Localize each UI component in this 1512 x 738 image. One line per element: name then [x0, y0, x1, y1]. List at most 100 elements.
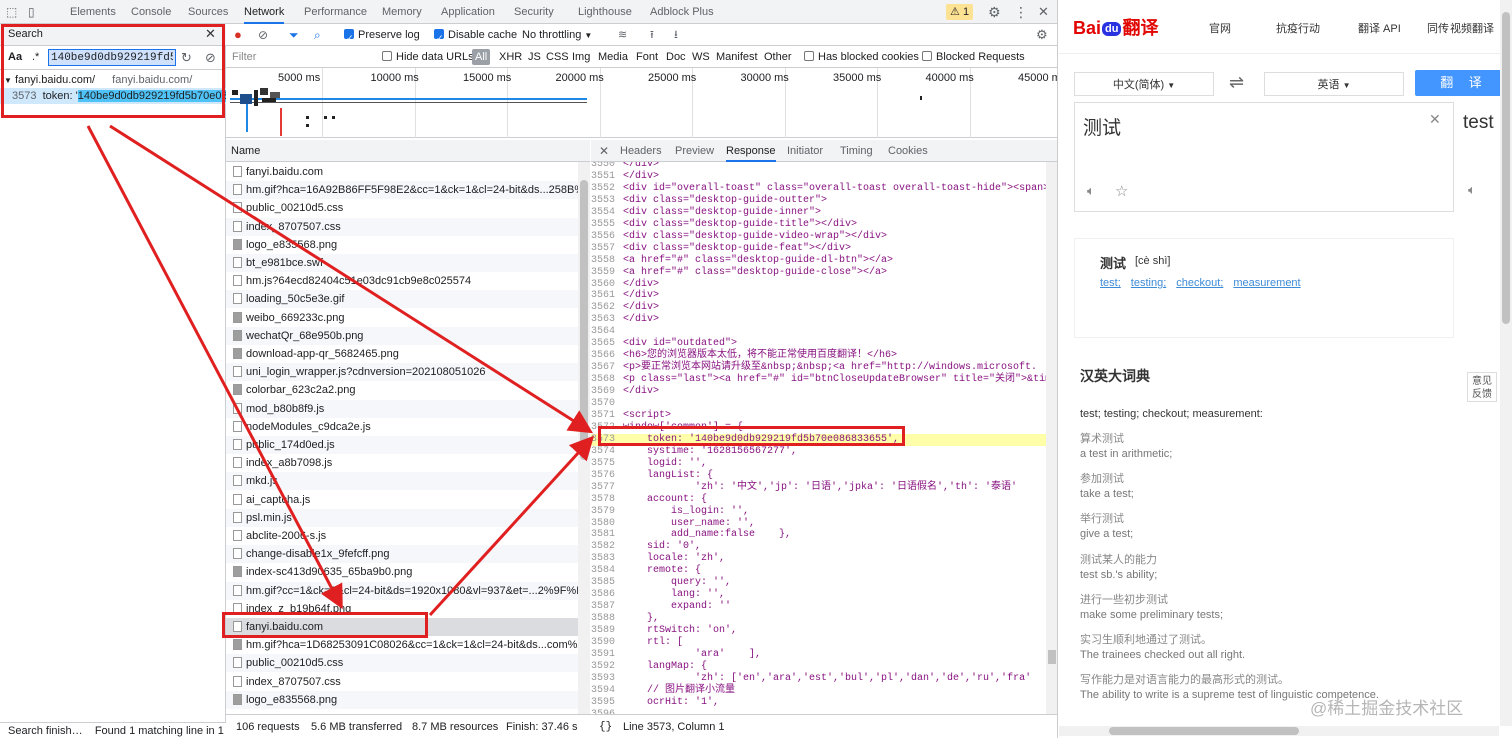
code-line[interactable]: 3561 </div>: [591, 290, 1046, 302]
match-case-toggle[interactable]: Aa: [8, 51, 22, 63]
tab-elements[interactable]: Elements: [70, 0, 116, 24]
type-filter-img[interactable]: Img: [572, 46, 590, 68]
code-line[interactable]: 3579 is_login: '',: [591, 506, 1046, 518]
code-line[interactable]: 3595 ocrHit: '1',: [591, 697, 1046, 709]
device-toolbar-icon[interactable]: ▯: [28, 0, 35, 24]
code-line[interactable]: 3567 <p>要正常浏览本网站请升级至&nbsp;&nbsp;<a href="…: [591, 362, 1046, 374]
tab-cookies[interactable]: Cookies: [888, 140, 928, 162]
code-line[interactable]: 3588 },: [591, 613, 1046, 625]
code-line[interactable]: 3583 locale: 'zh',: [591, 553, 1046, 565]
clear-input-icon[interactable]: ✕: [1429, 111, 1441, 128]
target-language-select[interactable]: 英语 ▼: [1264, 72, 1404, 96]
filter-icon[interactable]: ⏷: [289, 24, 299, 46]
tab-lighthouse[interactable]: Lighthouse: [578, 0, 632, 24]
code-line[interactable]: 3585 query: '',: [591, 577, 1046, 589]
upload-icon[interactable]: ⭱: [650, 24, 654, 46]
source-text-box[interactable]: 测试 ✕ 🔈︎ ☆: [1074, 102, 1454, 212]
translate-button[interactable]: 翻 译: [1415, 70, 1512, 96]
code-line[interactable]: 3575 logid: '',: [591, 458, 1046, 470]
clear-search-icon[interactable]: ⊘: [205, 50, 216, 66]
tab-security[interactable]: Security: [514, 0, 554, 24]
code-line[interactable]: 3586 lang: '',: [591, 589, 1046, 601]
code-line[interactable]: 3574 systime: '1628156567277',: [591, 446, 1046, 458]
close-devtools-icon[interactable]: ✕: [1038, 0, 1049, 24]
nav-video-translate[interactable]: 视频翻译: [1450, 20, 1494, 36]
request-row[interactable]: index_a8b7098.js: [226, 454, 578, 472]
code-line[interactable]: 3582 sid: '0',: [591, 541, 1046, 553]
blocked-requests-checkbox[interactable]: Blocked Requests: [922, 46, 1025, 68]
code-line[interactable]: 3550 </div>: [591, 162, 1046, 171]
tab-sources[interactable]: Sources: [188, 0, 228, 24]
request-row[interactable]: mod_b80b8f9.js: [226, 399, 578, 418]
code-line[interactable]: 3592 langMap: {: [591, 661, 1046, 673]
type-filter-manifest[interactable]: Manifest: [716, 46, 758, 68]
tab-console[interactable]: Console: [131, 0, 171, 24]
swap-languages-icon[interactable]: ⇌: [1229, 72, 1244, 93]
wifi-icon[interactable]: ≋: [618, 24, 627, 46]
request-row[interactable]: psl.min.js: [226, 508, 578, 527]
code-line[interactable]: 3557 <div class="desktop-guide-feat"></di…: [591, 243, 1046, 255]
request-row[interactable]: index_8707507.css: [226, 217, 578, 236]
request-row[interactable]: fanyi.baidu.com: [226, 163, 578, 181]
code-line[interactable]: 3556 <div class="desktop-guide-video-wrap…: [591, 231, 1046, 243]
request-row[interactable]: ai_captcha.js: [226, 491, 578, 509]
meaning-link[interactable]: measurement: [1233, 277, 1300, 289]
search-result-line[interactable]: 3573 token: '140be9d0db929219fd5b70e08: [0, 88, 226, 104]
code-line[interactable]: 3552 <div id="overall-toast" class="overa…: [591, 183, 1046, 195]
code-line[interactable]: 3580 user_name: '',: [591, 518, 1046, 530]
request-row[interactable]: index_z_b19b64f.png: [226, 600, 578, 618]
request-row[interactable]: download-app-qr_5682465.png: [226, 345, 578, 363]
request-row[interactable]: loading_50c5e3e.gif: [226, 290, 578, 309]
hide-data-urls-checkbox[interactable]: Hide data URLs: [382, 46, 474, 68]
request-row[interactable]: hm.gif?hca=1D68253091C08026&cc=1&ck=1&cl…: [226, 636, 578, 654]
feedback-button[interactable]: 意见 反馈: [1467, 372, 1497, 402]
source-text[interactable]: 测试: [1083, 113, 1121, 140]
tab-memory[interactable]: Memory: [382, 0, 422, 24]
nav-simultaneous[interactable]: 同传: [1427, 20, 1449, 36]
type-filter-other[interactable]: Other: [764, 46, 792, 68]
has-blocked-cookies-checkbox[interactable]: Has blocked cookies: [804, 46, 919, 68]
code-line[interactable]: 3554 <div class="desktop-guide-inner">: [591, 207, 1046, 219]
tab-preview[interactable]: Preview: [675, 140, 714, 162]
download-icon[interactable]: ⭳: [674, 24, 678, 46]
type-filter-all[interactable]: All: [472, 49, 491, 65]
source-language-select[interactable]: 中文(简体) ▼: [1074, 72, 1214, 96]
close-search-icon[interactable]: ✕: [205, 26, 216, 42]
nav-anti-epidemic[interactable]: 抗疫行动: [1276, 20, 1320, 36]
target-speaker-icon[interactable]: 🔈︎: [1468, 182, 1476, 198]
request-row[interactable]: hm.gif?cc=1&ck=1&cl=24-bit&ds=1920x1080&…: [226, 581, 578, 600]
request-list-scroll-thumb[interactable]: [580, 180, 588, 460]
code-line[interactable]: 3584 remote: {: [591, 565, 1046, 577]
request-row[interactable]: public_00210d5.css: [226, 199, 578, 217]
request-list-header[interactable]: Name: [226, 140, 590, 162]
request-row[interactable]: fanyi.baidu.com: [226, 618, 578, 636]
request-row[interactable]: logo_e835568.png: [226, 690, 578, 709]
code-line[interactable]: 3576 langList: {: [591, 470, 1046, 482]
meaning-link[interactable]: test;: [1100, 277, 1121, 289]
request-row[interactable]: weibo_669233c.png: [226, 309, 578, 327]
code-line[interactable]: 3569 </div>: [591, 386, 1046, 398]
code-line[interactable]: 3553 <div class="desktop-guide-outter">: [591, 195, 1046, 207]
search-input[interactable]: [48, 49, 176, 66]
favorite-star-icon[interactable]: ☆: [1115, 182, 1128, 200]
tab-network[interactable]: Network: [244, 0, 285, 24]
response-scrollbar[interactable]: [1046, 162, 1057, 714]
code-line[interactable]: 3577 'zh': '中文','jp': '日语','jpka': '日语假名…: [591, 482, 1046, 494]
preserve-log-checkbox[interactable]: Preserve log: [344, 24, 420, 49]
code-line[interactable]: 3566 <h6>您的浏览器版本太低，将不能正常使用百度翻译！</h6>: [591, 350, 1046, 362]
request-row[interactable]: mkd.js: [226, 472, 578, 491]
filter-input[interactable]: Filter: [232, 46, 256, 68]
code-line[interactable]: 3560 </div>: [591, 279, 1046, 291]
type-filter-media[interactable]: Media: [598, 46, 628, 68]
tab-adblock-plus[interactable]: Adblock Plus: [650, 0, 714, 24]
code-line[interactable]: 3555 <div class="desktop-guide-title"></d…: [591, 219, 1046, 231]
nav-official-site[interactable]: 官网: [1209, 20, 1231, 36]
meaning-link[interactable]: testing;: [1131, 277, 1166, 289]
type-filter-xhr[interactable]: XHR: [499, 46, 522, 68]
baidu-horizontal-scroll-thumb[interactable]: [1109, 727, 1299, 735]
response-scroll-thumb[interactable]: [1048, 650, 1056, 664]
tab-initiator[interactable]: Initiator: [787, 140, 823, 162]
request-row[interactable]: wechatQr_68e950b.png: [226, 326, 578, 345]
request-row[interactable]: hm.js?64ecd82404c51e03dc91cb9e8c025574: [226, 272, 578, 290]
tab-application[interactable]: Application: [441, 0, 495, 24]
